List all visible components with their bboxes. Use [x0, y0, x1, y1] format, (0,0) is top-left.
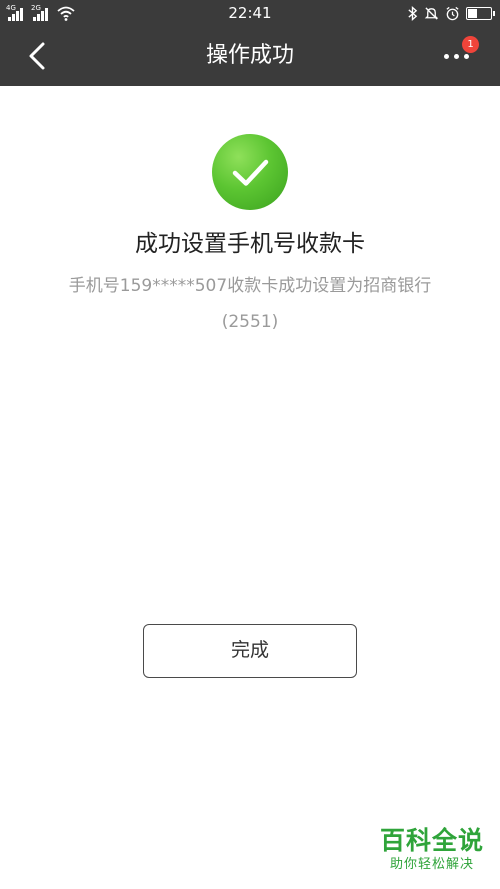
status-bar: 4G 2G 22:41	[0, 0, 500, 26]
result-description: 手机号159*****507收款卡成功设置为招商银行 (2551)	[40, 268, 460, 340]
result-description-line: (2551)	[221, 312, 279, 332]
bluetooth-icon	[408, 5, 418, 21]
watermark-logo: 百科全说 助你轻松解决	[372, 826, 492, 874]
nav-bar: 操作成功 1	[0, 26, 500, 86]
watermark-main-text: 百科全说	[379, 826, 484, 855]
battery-icon	[466, 6, 495, 20]
notification-badge: 1	[462, 36, 479, 53]
more-icon	[444, 54, 469, 59]
status-right	[407, 4, 495, 22]
result-description-line: 手机号159*****507收款卡成功设置为招商银行	[68, 276, 432, 296]
screen: 4G 2G 22:41 操作成功 1 成功设置手机号收款卡 手机号159****…	[0, 0, 500, 889]
done-button[interactable]: 完成	[143, 624, 357, 678]
more-button[interactable]: 1	[440, 36, 480, 72]
watermark-sub-text: 助你轻松解决	[389, 857, 474, 872]
alarm-icon	[446, 6, 459, 20]
page-title: 操作成功	[205, 43, 294, 68]
bell-off-icon	[424, 6, 439, 20]
result-title: 成功设置手机号收款卡	[135, 231, 365, 257]
success-check-icon	[212, 134, 288, 210]
